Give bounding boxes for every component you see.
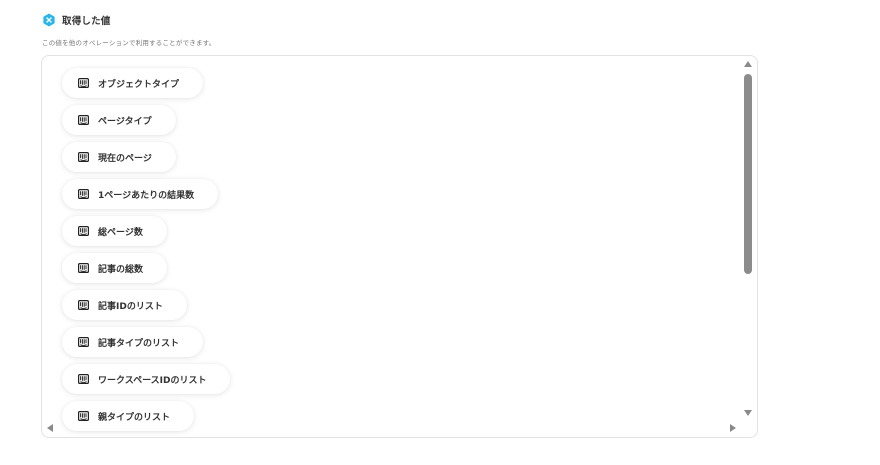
intercom-icon (78, 411, 89, 421)
value-chip-label: 記事IDのリスト (98, 301, 163, 312)
value-chip[interactable]: ワークスペースIDのリスト (62, 364, 231, 394)
value-row: 現在のページ (62, 142, 742, 179)
value-chip[interactable]: 総ページ数 (62, 216, 167, 246)
value-chip[interactable]: 1ページあたりの結果数 (62, 179, 219, 209)
value-chip-label: 記事タイプのリスト (98, 338, 180, 349)
section-header: 取得した値 (42, 13, 111, 27)
value-chip[interactable]: ページタイプ (62, 105, 176, 135)
value-chip[interactable]: 記事の総数 (62, 253, 168, 283)
intercom-icon (78, 300, 89, 310)
value-row: 総ページ数 (62, 216, 742, 253)
value-chip-label: 1ページあたりの結果数 (98, 190, 195, 201)
value-chip-label: 現在のページ (98, 153, 152, 164)
scroll-down-arrow-icon[interactable] (744, 410, 752, 416)
scroll-left-arrow-icon[interactable] (47, 424, 53, 432)
values-panel: オブジェクトタイプ ページタイプ 現在のページ 1ページあたりの結果数 総ページ数記事の… (41, 55, 758, 438)
value-chip[interactable]: 記事タイプのリスト (62, 327, 204, 357)
intercom-icon (78, 115, 89, 125)
value-row: ワークスペースIDのリスト (62, 364, 742, 401)
value-chip-label: オブジェクトタイプ (98, 79, 180, 90)
section-description: この値を他のオペレーションで利用することができます。 (42, 39, 216, 47)
section-title: 取得した値 (62, 16, 111, 27)
value-chip[interactable]: 現在のページ (62, 142, 176, 172)
retrieved-values-section: 取得した値 この値を他のオペレーションで利用することができます。 オブジェクトタ… (0, 0, 880, 465)
value-row: オブジェクトタイプ (62, 68, 742, 105)
value-chip-label: 総ページ数 (98, 227, 143, 238)
value-chip-label: ワークスペースIDのリスト (98, 375, 207, 386)
value-chip[interactable]: 記事IDのリスト (62, 290, 187, 320)
value-chip[interactable]: オブジェクトタイプ (62, 68, 204, 98)
value-row: 記事IDのリスト (62, 290, 742, 327)
value-row: 記事タイプのリスト (62, 327, 742, 364)
intercom-icon (78, 189, 89, 199)
value-chip-label: 記事の総数 (98, 264, 144, 275)
intercom-icon (78, 152, 89, 162)
vertical-scrollbar[interactable] (741, 56, 755, 420)
intercom-icon (78, 374, 89, 384)
intercom-icon (78, 226, 89, 236)
intercom-icon (78, 337, 89, 347)
scrollbar-thumb[interactable] (744, 74, 752, 274)
value-list: オブジェクトタイプ ページタイプ 現在のページ 1ページあたりの結果数 総ページ数記事の… (62, 68, 742, 437)
value-row: ページタイプ (62, 105, 742, 142)
value-row: 記事の総数 (62, 253, 742, 290)
scroll-up-arrow-icon[interactable] (744, 61, 752, 67)
value-row: 1ページあたりの結果数 (62, 179, 742, 216)
intercom-icon (78, 78, 89, 88)
value-chip-label: ページタイプ (98, 116, 152, 127)
value-badge-icon (43, 13, 55, 27)
intercom-icon (78, 263, 89, 273)
scroll-right-arrow-icon[interactable] (730, 424, 736, 432)
horizontal-scrollbar[interactable] (42, 421, 742, 435)
